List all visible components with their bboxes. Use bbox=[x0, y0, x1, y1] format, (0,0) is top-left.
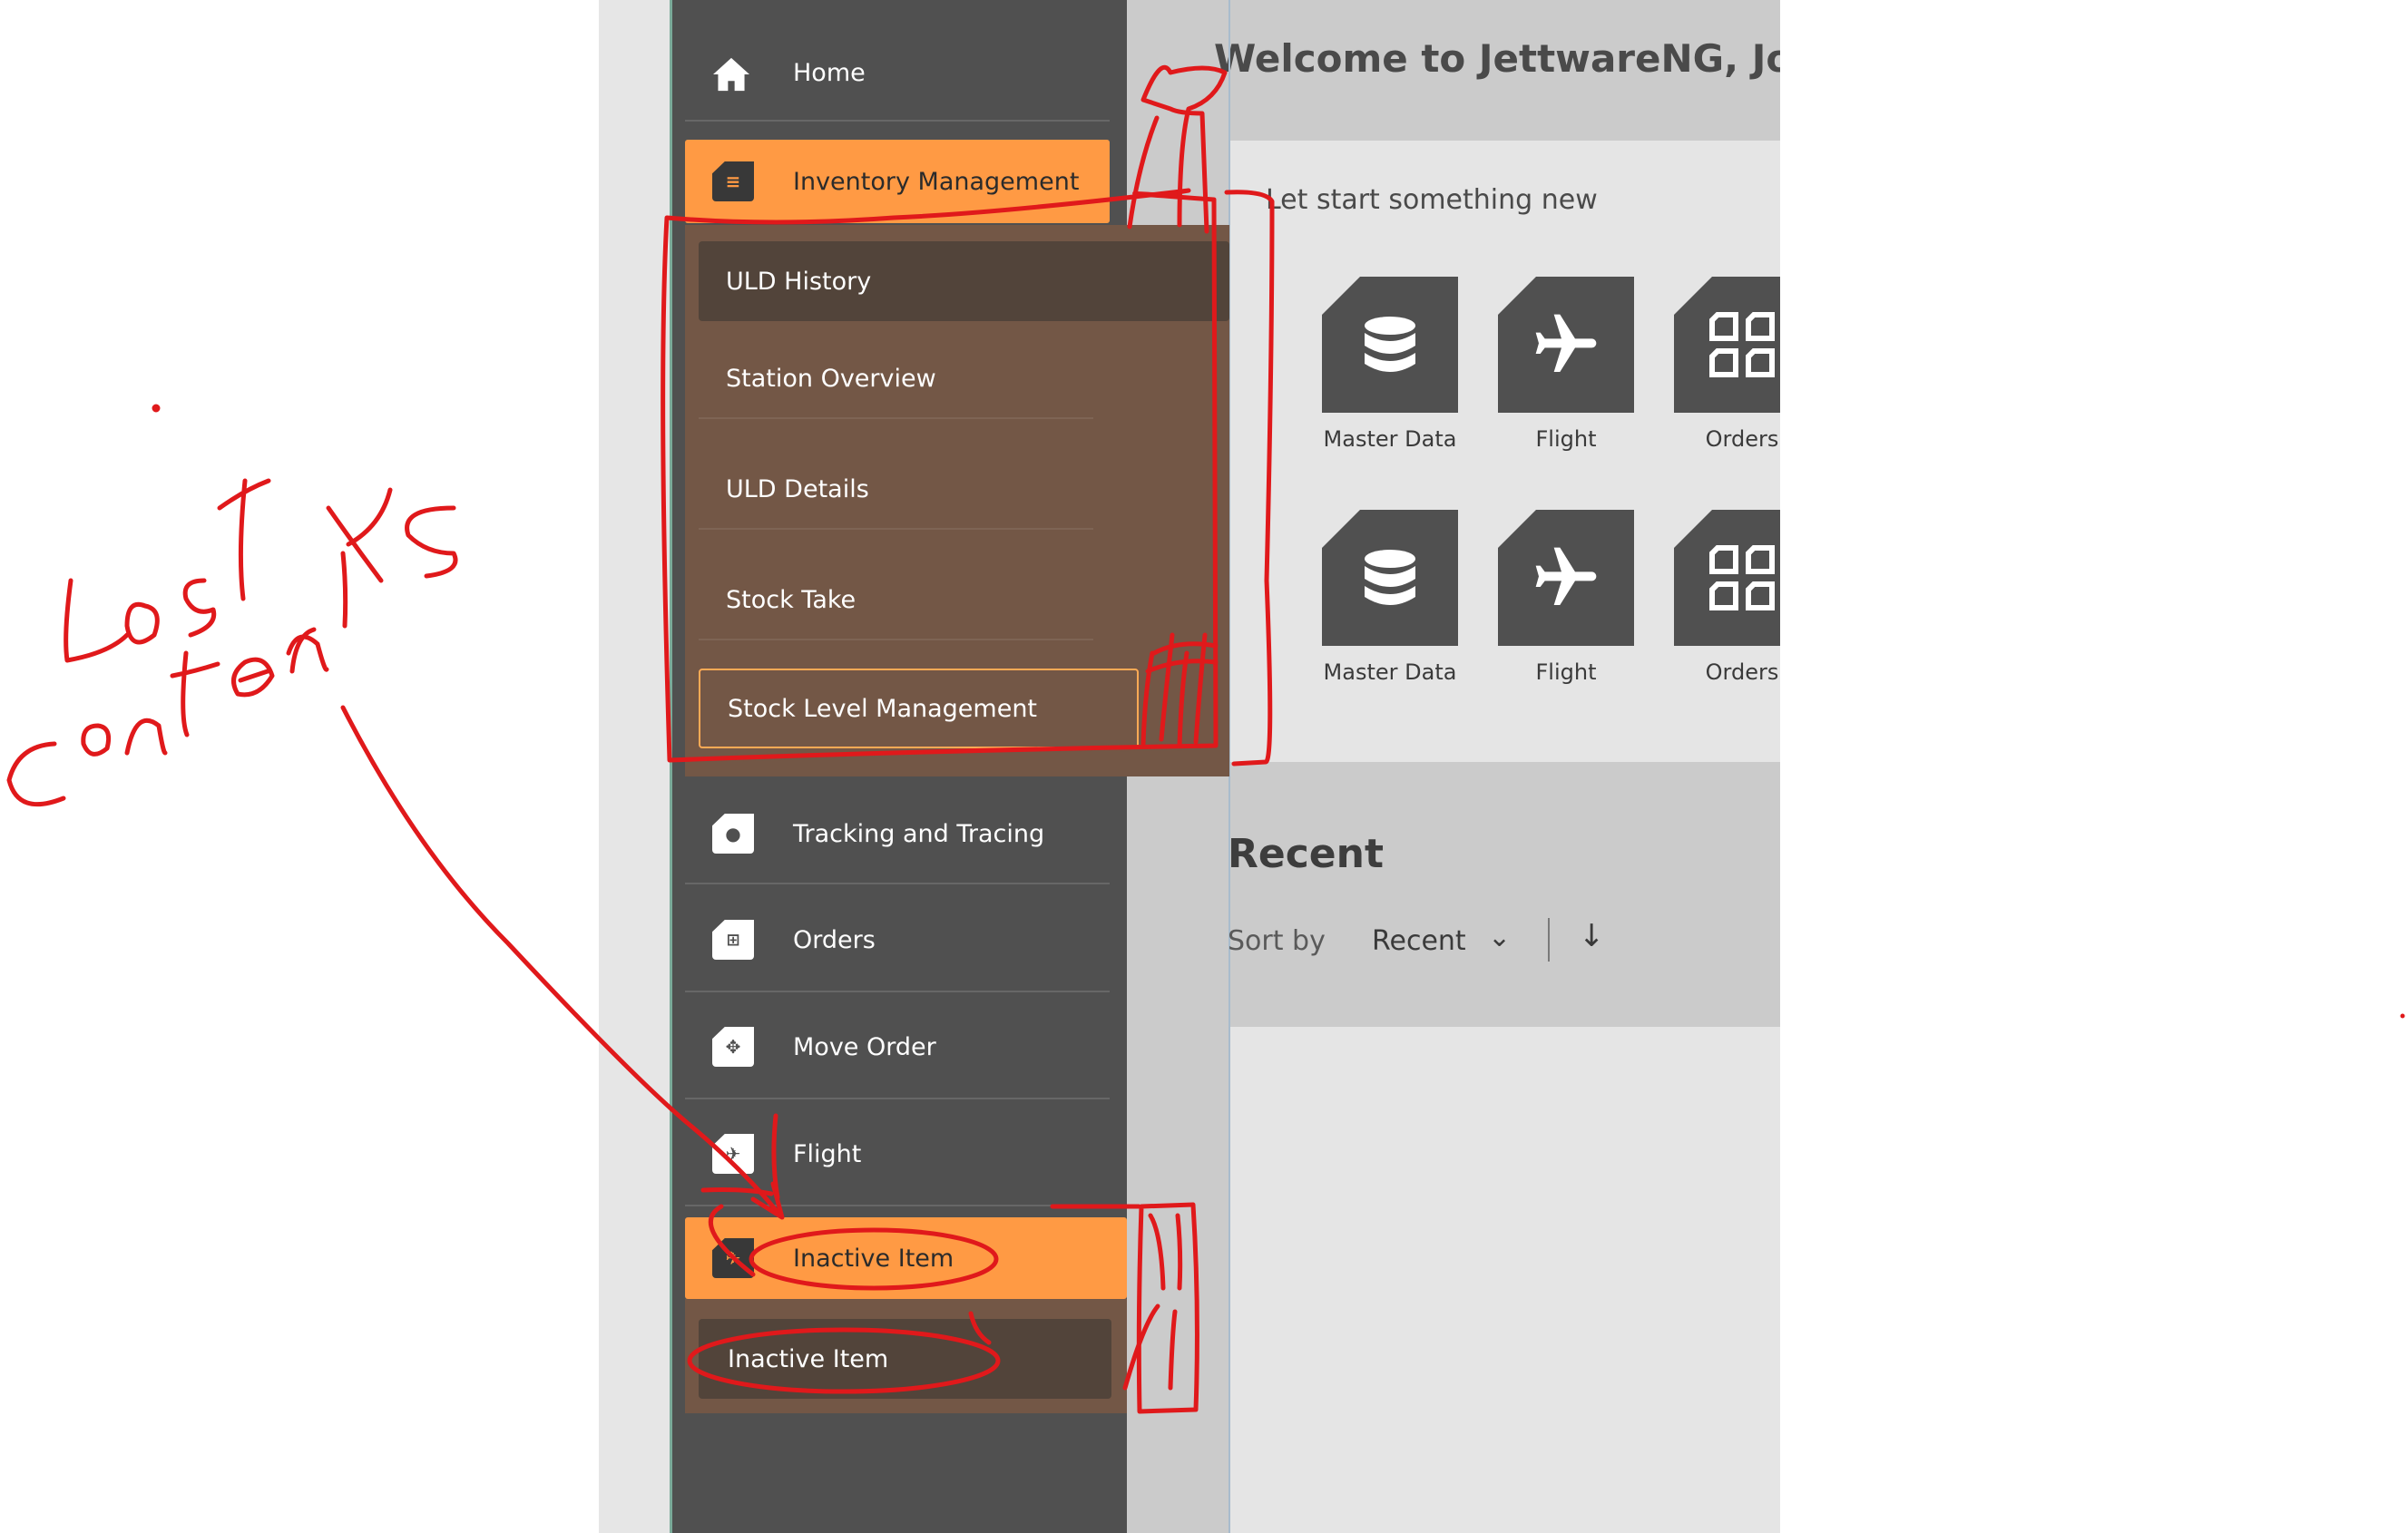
annotation-layer bbox=[6, 64, 2405, 1414]
handwritten-lost-contents bbox=[6, 404, 458, 807]
annotation-arrow bbox=[340, 705, 783, 1218]
